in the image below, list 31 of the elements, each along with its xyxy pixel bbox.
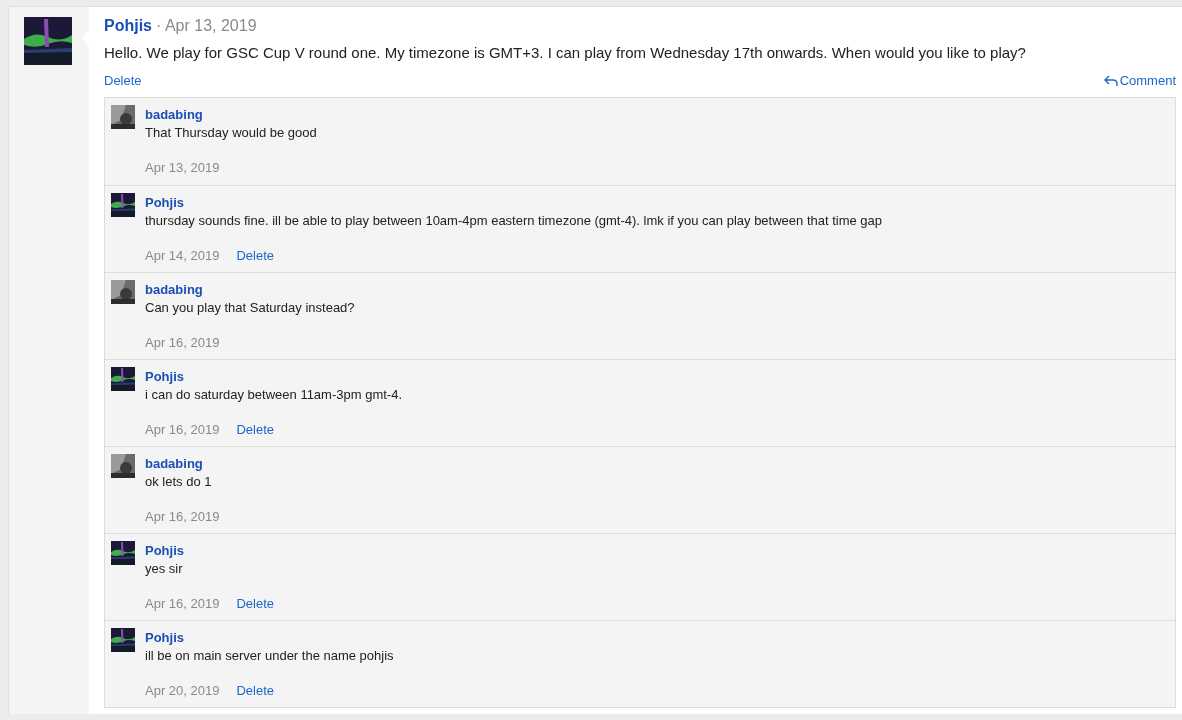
comment-date: Apr 16, 2019	[145, 596, 220, 611]
comment-author[interactable]: badabing	[145, 107, 317, 122]
author-name[interactable]: Pohjis	[104, 17, 152, 35]
comment-author[interactable]: Pohjis	[145, 630, 394, 645]
comment-text: Can you play that Saturday instead?	[145, 300, 355, 315]
comment-text: yes sir	[145, 561, 184, 576]
comment-text: ok lets do 1	[145, 474, 213, 489]
comment-author[interactable]: badabing	[145, 282, 355, 297]
comment-text: i can do saturday between 11am-3pm gmt-4.	[145, 387, 402, 402]
delete-link[interactable]: Delete	[236, 422, 275, 437]
comment-author[interactable]: Pohjis	[145, 369, 402, 384]
delete-link[interactable]: Delete	[104, 73, 142, 88]
comment-date: Apr 16, 2019	[145, 509, 220, 524]
post-text: Hello. We play for GSC Cup V round one. My timezone is GMT+3. I can play from Wednesday 17th onwards. When would you like to play?	[104, 44, 1027, 61]
comment-author[interactable]: Pohjis	[145, 195, 883, 210]
comment-date: Apr 16, 2019	[145, 335, 220, 350]
comment-text: thursday sounds fine. ill be able to play between 10am-4pm eastern timezone (gmt-4). lmk if you can play between that time gap	[145, 213, 883, 228]
comment-date: Apr 16, 2019	[145, 422, 220, 437]
comment-text: ill be on main server under the name pohjis	[145, 648, 394, 663]
comment-date: Apr 13, 2019	[145, 160, 220, 175]
comment-text: That Thursday would be good	[145, 125, 317, 140]
comment-date: Apr 20, 2019	[145, 683, 220, 698]
comment-link[interactable]: Comment	[1103, 73, 1176, 88]
comment-date: Apr 14, 2019	[145, 248, 220, 263]
delete-link[interactable]: Delete	[236, 683, 275, 698]
post-date: · Apr 13, 2019	[156, 17, 257, 35]
delete-link[interactable]: Delete	[236, 596, 275, 611]
delete-link[interactable]: Delete	[236, 248, 275, 263]
comment-author[interactable]: Pohjis	[145, 543, 275, 558]
reply-icon	[1103, 74, 1118, 87]
comment-author[interactable]: badabing	[145, 456, 220, 471]
